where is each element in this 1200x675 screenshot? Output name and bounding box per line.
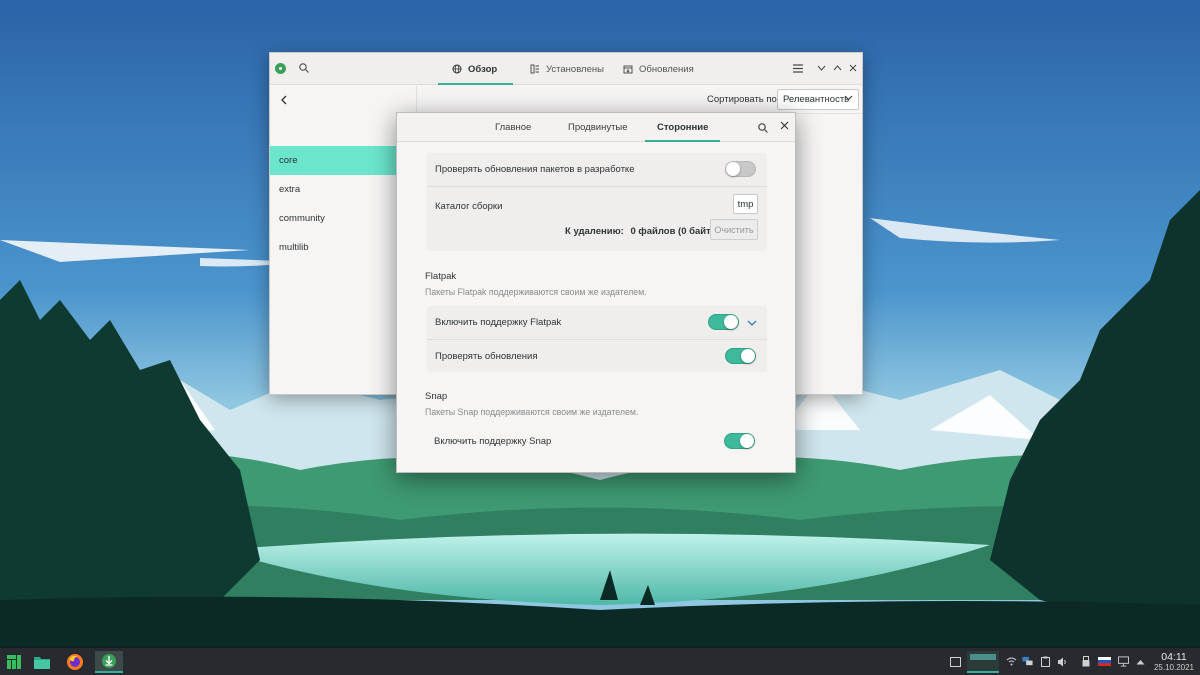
enable-snap-label: Включить поддержку Snap <box>434 436 552 447</box>
enable-snap-switch[interactable] <box>724 433 755 449</box>
firefox-icon[interactable] <box>63 651 87 673</box>
clock-date: 25.10.2021 <box>1153 663 1195 672</box>
snap-section-description: Пакеты Snap поддерживаются своим же изда… <box>425 407 639 417</box>
tray-expand-arrow-icon[interactable] <box>1135 656 1146 667</box>
check-flatpak-updates-row: Проверять обновления <box>427 340 767 372</box>
check-dev-updates-row: Проверять обновления пакетов в разработк… <box>427 153 767 186</box>
network-status-icon[interactable] <box>1006 656 1017 667</box>
volume-icon[interactable] <box>1057 656 1068 667</box>
digital-clock[interactable]: 04:11 25.10.2021 <box>1150 651 1198 673</box>
keyboard-layout-flag-icon[interactable] <box>1098 656 1111 667</box>
sort-dropdown-value: Релевантность <box>783 94 850 105</box>
check-flatpak-updates-switch[interactable] <box>725 348 756 364</box>
flatpak-section-title: Flatpak <box>425 271 457 282</box>
back-arrow-icon[interactable] <box>278 94 292 108</box>
file-manager-icon[interactable] <box>30 651 54 673</box>
tab-overview-label: Обзор <box>468 63 498 75</box>
tab-third-party[interactable]: Сторонние <box>644 113 721 142</box>
preferences-header: Главное Продвинутые Сторонние <box>397 113 795 142</box>
sidebar-item-label: core <box>279 155 298 166</box>
check-dev-updates-switch[interactable] <box>725 161 756 177</box>
installed-icon <box>530 64 540 74</box>
sidebar-item-label: extra <box>279 184 301 195</box>
screens-icon[interactable] <box>1022 656 1033 667</box>
manjaro-logo-icon[interactable] <box>2 651 26 673</box>
build-dir-row: Каталог сборки tmp К удалению: 0 файлов … <box>427 187 767 251</box>
enable-flatpak-switch[interactable] <box>708 314 739 330</box>
search-icon[interactable] <box>298 62 310 74</box>
usb-device-icon[interactable] <box>1080 656 1091 667</box>
tab-updates[interactable]: Обновления <box>623 53 694 85</box>
show-desktop-icon[interactable] <box>950 656 961 667</box>
chevron-down-icon <box>844 93 853 105</box>
clear-cache-button-label: Очистить <box>714 224 754 235</box>
to-delete-value: 0 файлов (0 байт) <box>630 226 714 237</box>
sidebar-item-label: multilib <box>279 242 309 253</box>
snap-section-title: Snap <box>425 391 448 402</box>
build-dir-label: Каталог сборки <box>435 201 503 212</box>
repository-sidebar: core extra community multilib <box>270 86 417 394</box>
sidebar-item-multilib[interactable]: multilib <box>270 233 417 262</box>
pager-window-thumbnail <box>970 654 996 660</box>
tab-advanced[interactable]: Продвинутые <box>568 113 628 142</box>
taskbar: 04:11 25.10.2021 <box>0 647 1200 675</box>
enable-flatpak-label: Включить поддержку Flatpak <box>435 317 562 328</box>
clock-time: 04:11 <box>1161 651 1187 663</box>
tab-advanced-label: Продвинутые <box>568 122 628 133</box>
pamac-taskbar-item[interactable] <box>95 651 123 673</box>
clipboard-icon[interactable] <box>1040 656 1051 667</box>
flatpak-section-description: Пакеты Flatpak поддерживаются своим же и… <box>425 287 647 297</box>
pamac-icon <box>102 654 116 668</box>
chevron-down-icon[interactable] <box>747 319 757 330</box>
to-delete-label: К удалению: <box>565 226 624 237</box>
search-icon[interactable] <box>757 122 769 134</box>
virtual-desktop-pager[interactable] <box>967 651 999 673</box>
updates-icon <box>623 64 633 74</box>
tab-general-label: Главное <box>495 122 532 133</box>
clear-cache-button[interactable]: Очистить <box>710 219 758 240</box>
build-dir-chooser[interactable]: tmp <box>733 194 758 214</box>
app-logo-icon <box>275 63 286 74</box>
minimize-icon[interactable] <box>815 62 827 74</box>
flatpak-settings-card: Включить поддержку Flatpak Проверять обн… <box>427 306 767 372</box>
tab-general[interactable]: Главное <box>495 113 531 142</box>
enable-snap-row: Включить поддержку Snap <box>426 425 766 458</box>
display-icon[interactable] <box>1118 656 1129 667</box>
tab-third-party-label: Сторонние <box>657 122 709 133</box>
globe-icon <box>452 64 462 74</box>
tab-installed[interactable]: Установлены <box>530 53 604 85</box>
aur-settings-card: Проверять обновления пакетов в разработк… <box>427 153 767 251</box>
check-dev-updates-label: Проверять обновления пакетов в разработк… <box>435 164 635 175</box>
window-header-bar: Обзор Установлены Обновления <box>270 53 862 85</box>
close-icon[interactable] <box>847 62 859 74</box>
sort-label: Сортировать по <box>707 94 777 105</box>
sidebar-item-community[interactable]: community <box>270 204 417 233</box>
tab-installed-label: Установлены <box>546 63 604 75</box>
maximize-icon[interactable] <box>831 62 843 74</box>
sidebar-item-label: community <box>279 213 325 224</box>
close-icon[interactable] <box>780 121 789 133</box>
enable-flatpak-row: Включить поддержку Flatpak <box>427 306 767 339</box>
sort-dropdown[interactable]: Релевантность <box>777 89 859 110</box>
sidebar-item-core[interactable]: core <box>270 146 417 175</box>
tab-updates-label: Обновления <box>639 63 694 75</box>
tab-overview[interactable]: Обзор <box>437 53 514 85</box>
build-dir-value: tmp <box>737 198 754 210</box>
preferences-dialog: Главное Продвинутые Сторонние Проверять … <box>396 112 796 473</box>
to-delete-info: К удалению: 0 файлов (0 байт) <box>565 226 714 237</box>
hamburger-menu-icon[interactable] <box>792 62 804 74</box>
sidebar-item-extra[interactable]: extra <box>270 175 417 204</box>
check-flatpak-updates-label: Проверять обновления <box>435 350 538 362</box>
